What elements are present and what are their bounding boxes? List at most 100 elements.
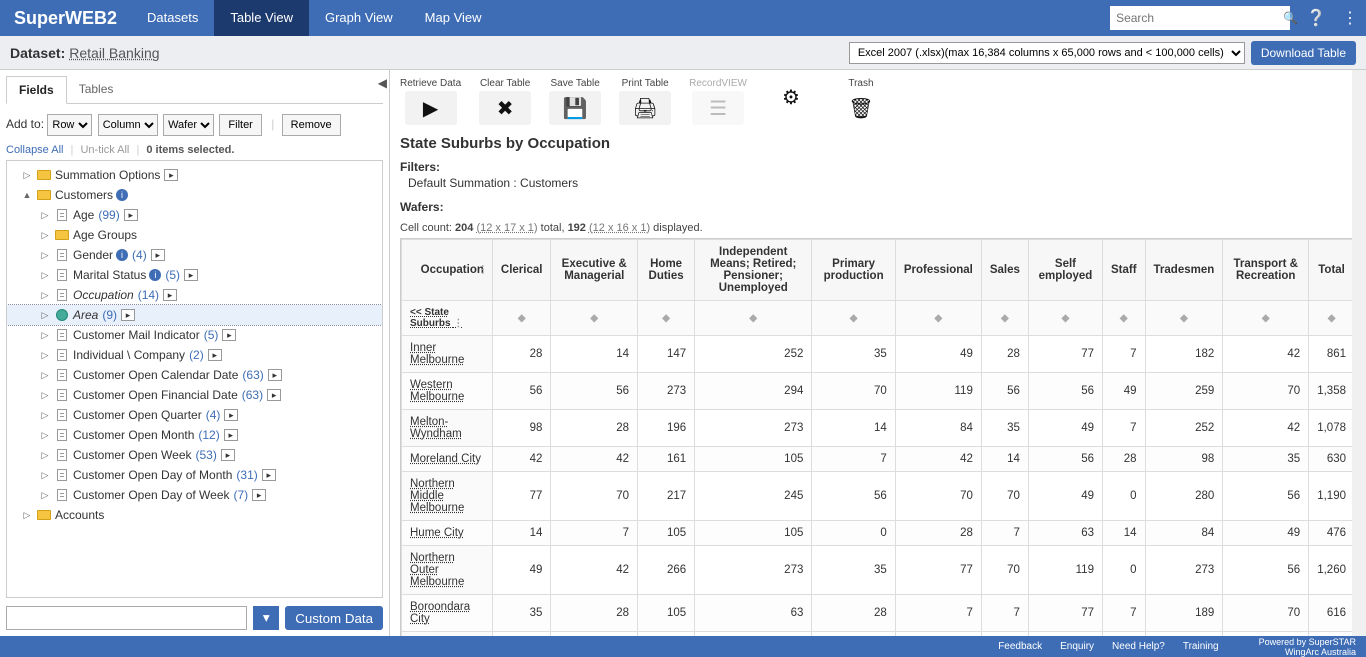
tree-node[interactable]: ▷Customer Open Quarter(4)▸ — [7, 405, 382, 425]
help-icon[interactable]: ❔ — [1298, 8, 1334, 28]
remove-button[interactable]: Remove — [282, 114, 341, 136]
nav-tab-map-view[interactable]: Map View — [409, 0, 498, 36]
expand-icon[interactable]: ▷ — [39, 450, 51, 461]
tree-node[interactable]: ▷Customer Open Day of Week(7)▸ — [7, 485, 382, 505]
tree-node[interactable]: ▷Marital Statusi(5)▸ — [7, 265, 382, 285]
expand-icon[interactable]: ▷ — [39, 330, 51, 341]
column-header[interactable]: Executive & Managerial — [551, 240, 638, 301]
column-header[interactable]: Transport & Recreation — [1223, 240, 1309, 301]
go-icon[interactable]: ▸ — [262, 469, 276, 481]
tree-node[interactable]: ▷Customer Open Week(53)▸ — [7, 445, 382, 465]
toolbar-clear-table[interactable]: Clear Table✖ — [479, 78, 531, 125]
scrollbar[interactable] — [1352, 70, 1366, 636]
sidebar-tab-tables[interactable]: Tables — [67, 76, 126, 103]
expand-icon[interactable]: ▷ — [39, 250, 51, 261]
row-header[interactable]: Inner Melbourne — [402, 336, 493, 373]
nav-tab-table-view[interactable]: Table View — [214, 0, 309, 36]
tree-node[interactable]: ▷Individual \ Company(2)▸ — [7, 345, 382, 365]
go-icon[interactable]: ▸ — [221, 449, 235, 461]
row-header[interactable]: Western Melbourne — [402, 373, 493, 410]
row-header[interactable]: Boroondara City — [402, 595, 493, 632]
drag-icon[interactable]: ⋮ — [478, 265, 488, 276]
download-table-button[interactable]: Download Table — [1251, 41, 1356, 65]
expand-icon[interactable]: ▷ — [21, 170, 33, 181]
addto-column-select[interactable]: Column — [98, 114, 158, 136]
expand-icon[interactable]: ▷ — [39, 490, 51, 501]
expand-icon[interactable]: ▷ — [39, 210, 51, 221]
tree-node[interactable]: ▷Occupation(14)▸ — [7, 285, 382, 305]
sort-icon[interactable]: ◆ — [1309, 301, 1355, 336]
go-icon[interactable]: ▸ — [224, 409, 238, 421]
go-icon[interactable]: ▸ — [124, 209, 138, 221]
footer-link-training[interactable]: Training — [1183, 641, 1219, 652]
sidebar-tab-fields[interactable]: Fields — [6, 76, 67, 104]
footer-link-enquiry[interactable]: Enquiry — [1060, 641, 1094, 652]
sort-icon[interactable]: ◆ — [1028, 301, 1102, 336]
toolbar-print-table[interactable]: Print Table🖨 — [619, 78, 671, 125]
row-header[interactable]: Hume City — [402, 521, 493, 546]
expand-icon[interactable]: ▷ — [39, 430, 51, 441]
column-header[interactable]: Self employed — [1028, 240, 1102, 301]
sort-icon[interactable]: ◆ — [551, 301, 638, 336]
kebab-menu-icon[interactable]: ⋮ — [1334, 8, 1366, 28]
expand-icon[interactable]: ▷ — [21, 510, 33, 521]
expand-icon[interactable]: ▷ — [39, 410, 51, 421]
row-header[interactable]: Northern Middle Melbourne — [402, 472, 493, 521]
tree-node[interactable]: ▲Customersi — [7, 185, 382, 205]
row-dimension-header[interactable]: << State Suburbs ⋮ — [402, 301, 493, 336]
expand-icon[interactable]: ▷ — [39, 350, 51, 361]
column-header[interactable]: Primary production — [812, 240, 895, 301]
row-header[interactable]: Melton-Wyndham — [402, 410, 493, 447]
expand-icon[interactable]: ▷ — [39, 390, 51, 401]
column-header[interactable]: Tradesmen — [1145, 240, 1223, 301]
sort-icon[interactable]: ◆ — [695, 301, 812, 336]
go-icon[interactable]: ▸ — [222, 329, 236, 341]
sort-icon[interactable]: ◆ — [981, 301, 1028, 336]
sort-icon[interactable]: ◆ — [1145, 301, 1223, 336]
nav-tab-datasets[interactable]: Datasets — [131, 0, 214, 36]
info-icon[interactable]: i — [116, 249, 128, 261]
go-icon[interactable]: ▸ — [151, 249, 165, 261]
toolbar-trash[interactable]: Trash🗑 — [835, 78, 887, 125]
export-format-select[interactable]: Excel 2007 (.xlsx)(max 16,384 columns x … — [849, 42, 1245, 64]
go-icon[interactable]: ▸ — [163, 289, 177, 301]
expand-icon[interactable]: ▷ — [39, 310, 51, 321]
toolbar-save-table[interactable]: Save Table💾 — [549, 78, 601, 125]
collapse-all-link[interactable]: Collapse All — [6, 144, 63, 156]
tree-node[interactable]: ▷Customer Open Day of Month(31)▸ — [7, 465, 382, 485]
toolbar-retrieve-data[interactable]: Retrieve Data▶ — [400, 78, 461, 125]
column-header[interactable]: Staff — [1102, 240, 1145, 301]
sort-icon[interactable]: ◆ — [1223, 301, 1309, 336]
go-icon[interactable]: ▸ — [252, 489, 266, 501]
corner-header[interactable]: Occupation⋮ — [402, 240, 493, 301]
expand-icon[interactable]: ▷ — [39, 470, 51, 481]
toolbar-settings[interactable]: ⚙ — [765, 78, 817, 125]
go-icon[interactable]: ▸ — [184, 269, 198, 281]
sort-icon[interactable]: ◆ — [638, 301, 695, 336]
column-header[interactable]: Clerical — [492, 240, 551, 301]
sort-icon[interactable]: ◆ — [895, 301, 981, 336]
tree-node[interactable]: ▷Area(9)▸ — [7, 305, 382, 325]
column-header[interactable]: Sales — [981, 240, 1028, 301]
sidebar-filter-icon[interactable]: ▾ — [253, 606, 279, 630]
tree-node[interactable]: ▷Age(99)▸ — [7, 205, 382, 225]
expand-icon[interactable]: ▲ — [21, 190, 33, 200]
tree-node[interactable]: ▷Age Groups — [7, 225, 382, 245]
sidebar-filter-input[interactable] — [6, 606, 247, 630]
go-icon[interactable]: ▸ — [164, 169, 178, 181]
tree-node[interactable]: ▷Customer Open Calendar Date(63)▸ — [7, 365, 382, 385]
row-header[interactable]: Northern Outer Melbourne — [402, 546, 493, 595]
dataset-name[interactable]: Retail Banking — [69, 45, 159, 61]
sort-icon[interactable]: ◆ — [1102, 301, 1145, 336]
tree-node[interactable]: ▷Summation Options▸ — [7, 165, 382, 185]
filter-button[interactable]: Filter — [219, 114, 261, 136]
info-icon[interactable]: i — [149, 269, 161, 281]
go-icon[interactable]: ▸ — [208, 349, 222, 361]
expand-icon[interactable]: ▷ — [39, 370, 51, 381]
tree-node[interactable]: ▷Customer Mail Indicator(5)▸ — [7, 325, 382, 345]
tree-node[interactable]: ▷Customer Open Month(12)▸ — [7, 425, 382, 445]
info-icon[interactable]: i — [116, 189, 128, 201]
tree-node[interactable]: ▷Customer Open Financial Date(63)▸ — [7, 385, 382, 405]
go-icon[interactable]: ▸ — [224, 429, 238, 441]
sort-icon[interactable]: ◆ — [492, 301, 551, 336]
